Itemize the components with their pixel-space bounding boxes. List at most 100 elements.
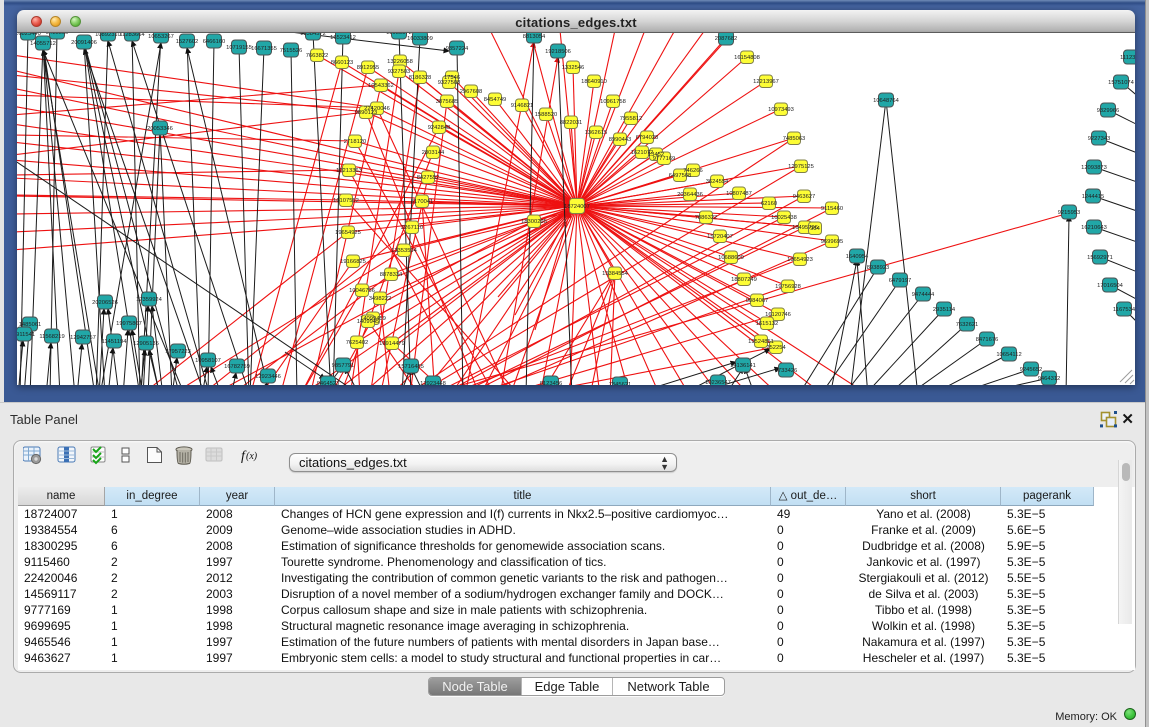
svg-text:15751074: 15751074	[1108, 80, 1135, 86]
svg-text:9327503: 9327503	[388, 69, 411, 75]
svg-text:7955812: 7955812	[620, 116, 643, 122]
svg-text:16914479: 16914479	[379, 341, 405, 347]
svg-text:8878334: 8878334	[380, 272, 403, 278]
svg-text:10961758: 10961758	[600, 99, 626, 105]
svg-text:9329966: 9329966	[1097, 108, 1120, 114]
svg-text:6794028: 6794028	[636, 135, 659, 141]
svg-text:10648764: 10648764	[873, 98, 900, 104]
svg-text:3267110: 3267110	[401, 225, 423, 231]
svg-text:15384554: 15384554	[602, 271, 629, 277]
svg-text:1640954: 1640954	[846, 254, 869, 260]
svg-text:10025438: 10025438	[771, 215, 797, 221]
svg-text:2935114: 2935114	[933, 307, 956, 313]
svg-text:8471676: 8471676	[976, 337, 999, 343]
svg-text:10892310: 10892310	[95, 33, 121, 38]
svg-text:7663822: 7663822	[306, 53, 329, 59]
svg-text:1485061: 1485061	[19, 322, 42, 328]
svg-text:20206526: 20206526	[92, 300, 118, 306]
svg-text:6497568: 6497568	[669, 173, 692, 179]
svg-text:15692971: 15692971	[1087, 255, 1113, 261]
svg-text:9464312: 9464312	[1038, 376, 1061, 382]
svg-text:20053346: 20053346	[147, 126, 173, 132]
svg-text:10719155: 10719155	[226, 45, 252, 51]
svg-text:16523412: 16523412	[330, 35, 356, 41]
svg-text:10046756: 10046756	[349, 288, 375, 294]
svg-text:6479197: 6479197	[889, 278, 912, 284]
svg-text:10807487: 10807487	[726, 191, 752, 197]
svg-text:18724007: 18724007	[564, 204, 590, 210]
svg-text:15720407: 15720407	[707, 234, 733, 240]
svg-text:9242848: 9242848	[428, 125, 451, 131]
svg-text:8660123: 8660123	[331, 60, 354, 66]
svg-text:18807249: 18807249	[731, 277, 757, 283]
svg-text:12942757: 12942757	[70, 335, 96, 341]
svg-text:19756928: 19756928	[775, 284, 801, 290]
svg-text:7632621: 7632621	[956, 322, 979, 328]
svg-text:1409945: 1409945	[357, 319, 380, 325]
svg-text:9415590: 9415590	[46, 33, 69, 36]
svg-text:9115460: 9115460	[821, 206, 843, 212]
svg-text:17957223: 17957223	[165, 349, 191, 355]
svg-text:16782759: 16782759	[224, 364, 250, 370]
svg-text:19654923: 19654923	[787, 257, 813, 263]
svg-text:1615132: 1615132	[756, 321, 779, 327]
svg-text:2718120: 2718120	[344, 139, 367, 145]
svg-text:17359924: 17359924	[136, 297, 163, 303]
svg-text:954: 954	[810, 226, 820, 232]
svg-text:7515526: 7515526	[280, 48, 303, 54]
svg-text:2803144: 2803144	[422, 150, 445, 156]
svg-text:7886322: 7886322	[695, 215, 718, 221]
svg-text:19654925: 19654925	[335, 230, 361, 236]
svg-text:18300295: 18300295	[521, 219, 547, 225]
svg-text:3498222: 3498222	[369, 296, 392, 302]
svg-text:8427552: 8427552	[417, 175, 440, 181]
svg-text:16154808: 16154808	[734, 55, 760, 61]
svg-text:9890123: 9890123	[355, 110, 378, 116]
svg-text:9463627: 9463627	[793, 194, 816, 200]
svg-text:8938923: 8938923	[867, 265, 890, 271]
svg-text:2967608: 2967608	[460, 89, 483, 95]
svg-text:19218506: 19218506	[545, 49, 571, 55]
svg-text:1244415: 1244415	[1082, 194, 1105, 200]
svg-text:16671355: 16671355	[251, 46, 277, 52]
svg-text:12093873: 12093873	[1081, 165, 1107, 171]
svg-text:17016504: 17016504	[1097, 283, 1124, 289]
svg-text:7485063: 7485063	[783, 136, 806, 142]
svg-text:1332546: 1332546	[562, 65, 585, 71]
svg-text:10653267: 10653267	[148, 34, 174, 40]
svg-text:14136141: 14136141	[730, 363, 756, 369]
svg-text:9857791: 9857791	[332, 363, 355, 369]
svg-text:8454749: 8454749	[484, 97, 507, 103]
svg-text:8170041: 8170041	[411, 199, 434, 205]
svg-text:11283664: 11283664	[119, 33, 145, 38]
svg-text:9084067: 9084067	[746, 298, 769, 304]
svg-text:10973493: 10973493	[768, 107, 794, 113]
svg-text:12975125: 12975125	[788, 164, 814, 170]
svg-text:10543362: 10543362	[368, 83, 394, 89]
svg-text:9146821: 9146821	[511, 103, 534, 109]
svg-text:16120746: 16120746	[765, 312, 791, 318]
svg-text:8990443: 8990443	[609, 137, 632, 143]
svg-text:8822031: 8822031	[560, 120, 583, 126]
svg-text:9464523: 9464523	[317, 381, 340, 385]
svg-text:16823440: 16823440	[17, 33, 41, 37]
svg-text:9327508: 9327508	[438, 80, 461, 86]
svg-text:7625402: 7625402	[346, 340, 369, 346]
svg-text:12213363: 12213363	[336, 168, 362, 174]
svg-text:(x): (x)	[246, 451, 258, 462]
svg-text:14055712: 14055712	[30, 41, 56, 47]
svg-text:8813054: 8813054	[523, 34, 546, 40]
svg-text:16210643: 16210643	[1081, 225, 1107, 231]
svg-text:9245652: 9245652	[1020, 367, 1043, 373]
svg-text:62160: 62160	[761, 201, 777, 207]
svg-text:15716485: 15716485	[398, 364, 424, 370]
svg-text:12923448: 12923448	[420, 381, 446, 385]
svg-text:19166825: 19166825	[340, 259, 366, 265]
svg-text:16107552: 16107552	[333, 198, 359, 204]
svg-text:252254: 252254	[766, 345, 786, 351]
svg-text:7345621: 7345621	[609, 382, 632, 385]
svg-text:1112345: 1112345	[1120, 55, 1135, 61]
svg-text:19975867: 19975867	[116, 321, 142, 327]
svg-text:10958107: 10958107	[195, 358, 221, 364]
svg-text:1527602: 1527602	[176, 39, 199, 45]
